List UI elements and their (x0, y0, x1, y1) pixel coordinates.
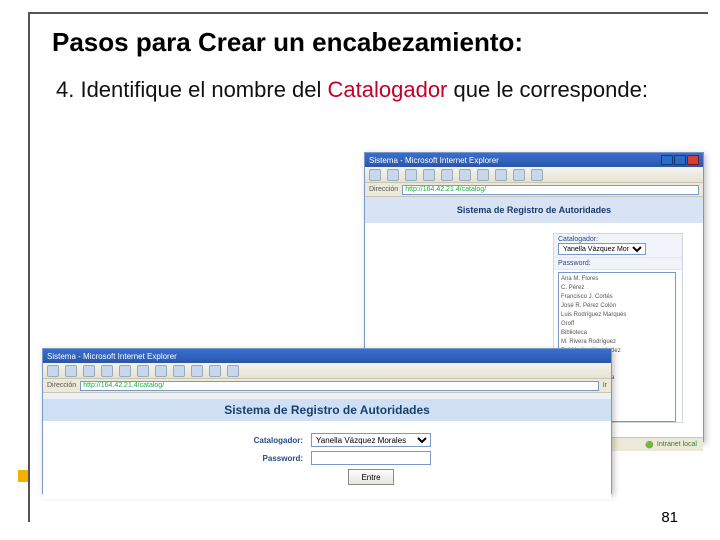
refresh-icon[interactable] (101, 365, 113, 377)
ie-toolbar (365, 167, 703, 183)
back-icon[interactable] (47, 365, 59, 377)
catalogador-select-back[interactable]: Yanella Vázquez Morales (558, 243, 646, 255)
minimize-icon[interactable] (661, 155, 673, 165)
app-banner-back: Sistema de Registro de Autoridades (365, 197, 703, 223)
window-buttons (661, 155, 699, 165)
edit-icon[interactable] (227, 365, 239, 377)
list-item[interactable]: Luis Rodríguez Marqués (561, 311, 673, 320)
catalogador-select[interactable]: Yanella Vázquez Morales (311, 433, 431, 447)
browser-window-front: Sistema - Microsoft Internet Explorer Di… (42, 348, 612, 494)
window-titlebar: Sistema - Microsoft Internet Explorer (365, 153, 703, 167)
login-form: Catalogador: Yanella Vázquez Morales Pas… (43, 433, 611, 485)
address-bar-front: Dirección http://164.42.21.4/catalog/ Ir (43, 379, 611, 393)
status-zone: Intranet local (657, 441, 697, 448)
list-item[interactable]: Biblioteca (561, 329, 673, 338)
list-item[interactable]: C. Pérez (561, 284, 673, 293)
favorites-icon[interactable] (477, 169, 489, 181)
print-icon[interactable] (209, 365, 221, 377)
home-icon[interactable] (441, 169, 453, 181)
favorites-icon[interactable] (155, 365, 167, 377)
window-title-front: Sistema - Microsoft Internet Explorer (47, 352, 177, 361)
slide-title: Pasos para Crear un encabezamiento: (52, 28, 688, 58)
password-input[interactable] (311, 451, 431, 465)
panel-pw-row: Password: (554, 258, 682, 270)
print-icon[interactable] (531, 169, 543, 181)
step-suffix: que le corresponde: (447, 77, 648, 102)
back-icon[interactable] (369, 169, 381, 181)
step-prefix: 4. Identifique el nombre del (56, 77, 328, 102)
slide-body: 4. Identifique el nombre del Catalogador… (56, 76, 688, 104)
go-button[interactable]: Ir (603, 382, 607, 389)
stop-icon[interactable] (405, 169, 417, 181)
form-row-submit: Entre (260, 469, 394, 485)
list-item[interactable]: M. Rivera Rodríguez (561, 338, 673, 347)
search-icon[interactable] (459, 169, 471, 181)
panel-pw-label: Password: (558, 260, 591, 267)
list-item[interactable]: Francisco J. Cortés (561, 293, 673, 302)
forward-icon[interactable] (387, 169, 399, 181)
mail-icon[interactable] (191, 365, 203, 377)
maximize-icon[interactable] (674, 155, 686, 165)
window-titlebar-front: Sistema - Microsoft Internet Explorer (43, 349, 611, 363)
form-row-password: Password: (223, 451, 431, 465)
address-input-front[interactable]: http://164.42.21.4/catalog/ (80, 381, 599, 391)
address-bar: Dirección http://164.42.21.4/catalog/ (365, 183, 703, 197)
address-label-front: Dirección (47, 382, 76, 389)
form-row-catalogador: Catalogador: Yanella Vázquez Morales (223, 433, 431, 447)
address-label: Dirección (369, 186, 398, 193)
search-icon[interactable] (137, 365, 149, 377)
mail-icon[interactable] (513, 169, 525, 181)
forward-icon[interactable] (65, 365, 77, 377)
panel-cat-label: Catalogador: (558, 236, 598, 243)
list-item[interactable]: Groff (561, 320, 673, 329)
form-pw-label: Password: (223, 454, 303, 463)
page-number: 81 (661, 509, 678, 526)
home-icon[interactable] (119, 365, 131, 377)
refresh-icon[interactable] (423, 169, 435, 181)
form-cat-label: Catalogador: (223, 436, 303, 445)
zone-icon: 🟢 (645, 441, 654, 449)
panel-cat-row: Catalogador: Yanella Vázquez Morales (554, 234, 682, 258)
enter-button[interactable]: Entre (348, 469, 394, 485)
step-highlight: Catalogador (328, 77, 448, 102)
page-content-front: Sistema de Registro de Autoridades Catal… (43, 399, 611, 499)
history-icon[interactable] (495, 169, 507, 181)
close-icon[interactable] (687, 155, 699, 165)
app-banner-front: Sistema de Registro de Autoridades (43, 399, 611, 421)
history-icon[interactable] (173, 365, 185, 377)
stop-icon[interactable] (83, 365, 95, 377)
list-item[interactable]: José R. Pérez Colón (561, 302, 673, 311)
address-input[interactable]: http://164.42.21.4/catalog/ (402, 185, 699, 195)
list-item[interactable]: Ana M. Flores (561, 275, 673, 284)
ie-toolbar-front (43, 363, 611, 379)
window-title: Sistema - Microsoft Internet Explorer (369, 156, 499, 165)
